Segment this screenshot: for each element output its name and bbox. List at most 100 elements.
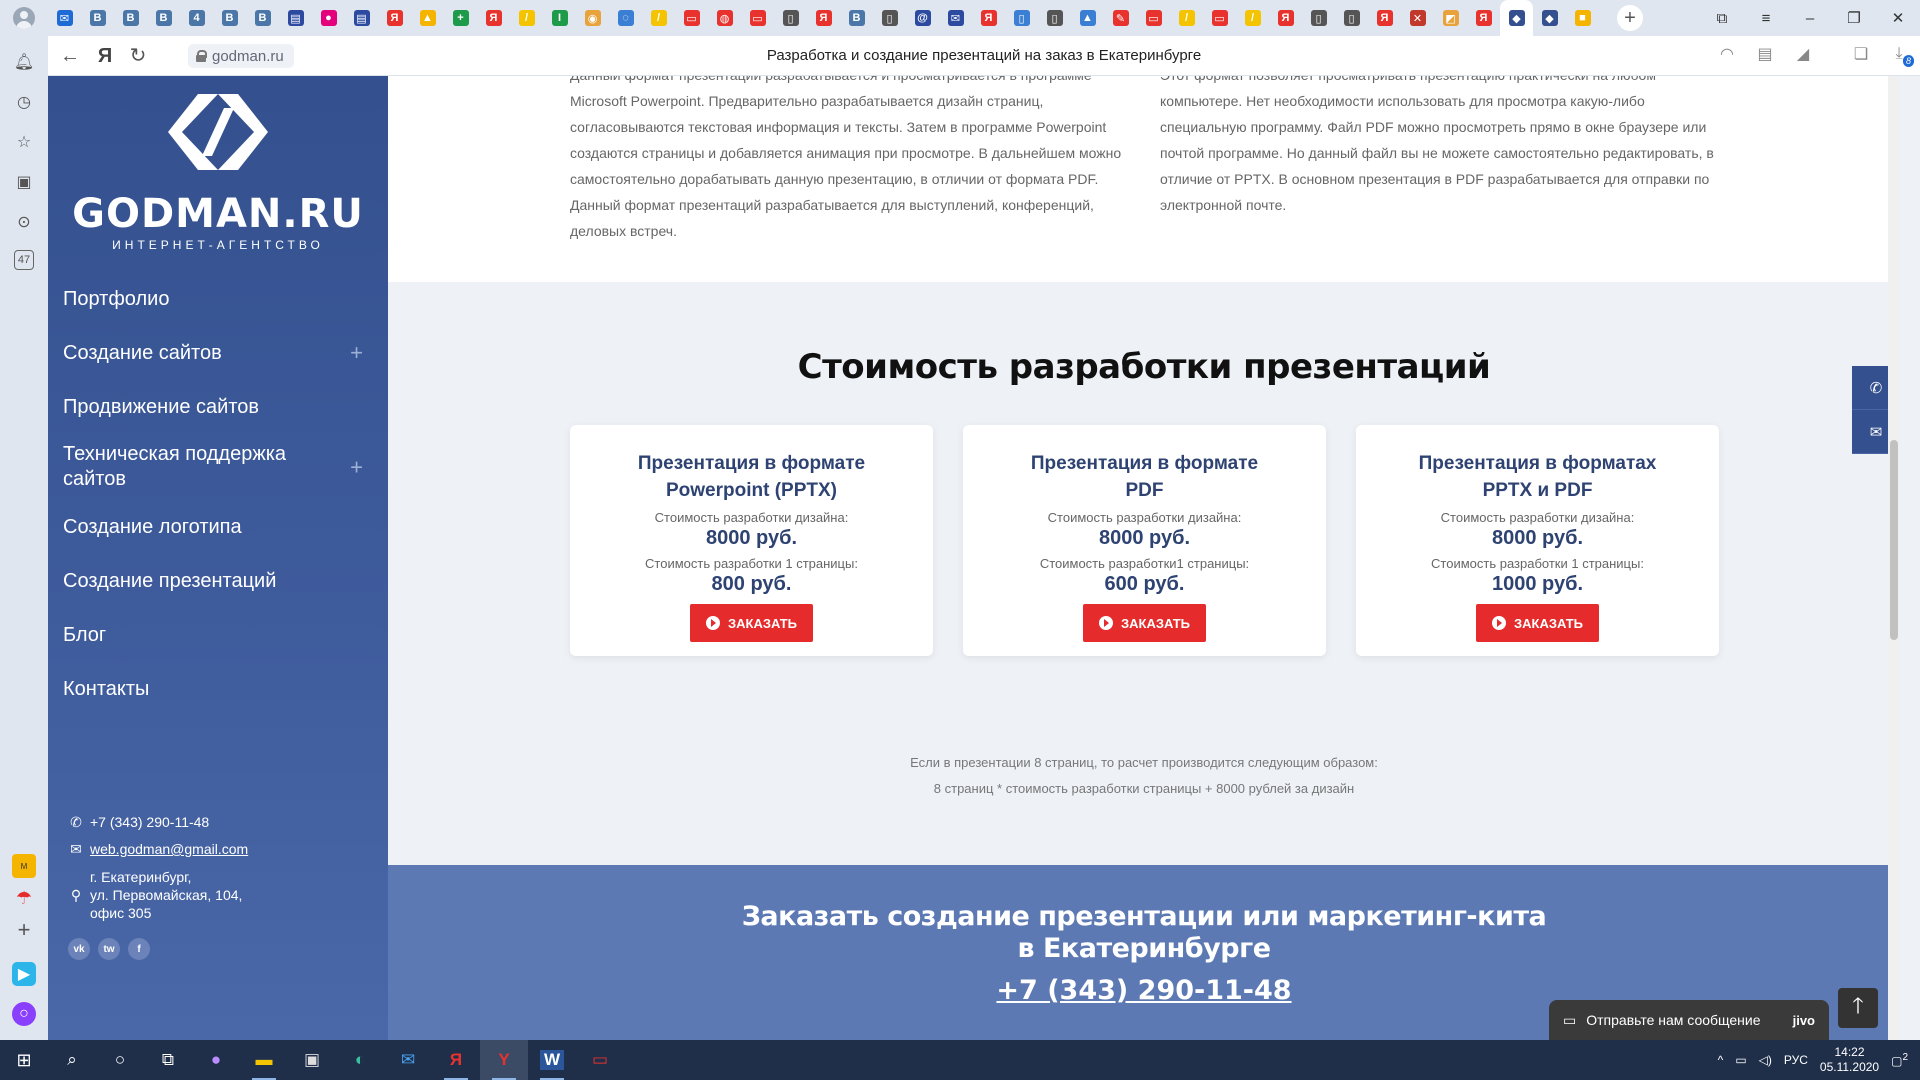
browser-tab[interactable]: В (246, 0, 279, 36)
expand-plus-icon[interactable]: + (350, 340, 363, 366)
menu-icon[interactable]: ≡ (1744, 10, 1788, 27)
browser-tab[interactable]: Я (378, 0, 411, 36)
bookmark-icon[interactable]: ◢ (1792, 44, 1814, 64)
sidebar-menu-item[interactable]: Блог (63, 608, 373, 662)
browser-tab[interactable]: ▭ (741, 0, 774, 36)
browser-tab[interactable]: / (510, 0, 543, 36)
market-icon[interactable]: М (12, 854, 36, 878)
sidebar-menu-item[interactable]: Создание презентаций (63, 554, 373, 608)
browser-tab[interactable]: ▯ (1302, 0, 1335, 36)
pdf-app-icon[interactable]: ▭ (576, 1040, 624, 1080)
profile-button[interactable] (0, 0, 48, 36)
alice-icon[interactable]: ○ (12, 1002, 36, 1026)
edge-icon[interactable]: ◐ (336, 1040, 384, 1080)
sidebar-menu-item[interactable]: Контакты (63, 662, 373, 716)
play-icon[interactable]: ⊙ (12, 210, 36, 234)
order-button[interactable]: ЗАКАЗАТЬ (1475, 604, 1600, 642)
browser-tab[interactable]: ◌ (609, 0, 642, 36)
browser-tab[interactable]: Я (1368, 0, 1401, 36)
sidebar-email-link[interactable]: web.godman@gmail.com (90, 841, 248, 857)
browser-tab[interactable]: ◉ (576, 0, 609, 36)
store-icon[interactable]: ▣ (288, 1040, 336, 1080)
browser-tab[interactable]: ✎ (1104, 0, 1137, 36)
umbrella-icon[interactable]: ☂ (12, 886, 36, 910)
browser-tab[interactable]: / (1170, 0, 1203, 36)
browser-tab[interactable]: ✉ (939, 0, 972, 36)
browser-tab[interactable]: Я (807, 0, 840, 36)
windows-start-icon[interactable]: ⊞ (0, 1040, 48, 1080)
browser-tab[interactable]: ▲ (1071, 0, 1104, 36)
browser-tab[interactable]: В (213, 0, 246, 36)
browser-tab[interactable]: В (114, 0, 147, 36)
messenger-icon[interactable]: ▶ (12, 962, 36, 986)
browser-tab[interactable]: ✉ (48, 0, 81, 36)
bell-icon[interactable]: 🔔︎ (12, 50, 36, 74)
yandex-app-icon[interactable]: Y (480, 1040, 528, 1080)
vk-social-icon[interactable]: vk (68, 938, 90, 960)
godman-logo-icon[interactable] (168, 94, 268, 170)
browser-tab[interactable]: ◩ (1434, 0, 1467, 36)
browser-tab[interactable]: ✕ (1401, 0, 1434, 36)
browser-tab[interactable]: В (840, 0, 873, 36)
browser-tab[interactable]: / (1236, 0, 1269, 36)
bookmarks-icon[interactable]: ⧉ (1700, 10, 1744, 27)
explorer-icon[interactable]: ▬ (240, 1040, 288, 1080)
browser-tab[interactable]: Я (477, 0, 510, 36)
notes-icon[interactable]: ▣ (12, 170, 36, 194)
downloads-icon[interactable]: ⤓ 8 (1888, 45, 1914, 67)
collections-icon[interactable]: ❏ (1850, 44, 1872, 64)
clock[interactable]: 14:22 05.11.2020 (1820, 1045, 1879, 1075)
cortana-icon[interactable]: ○ (96, 1040, 144, 1080)
search-icon[interactable]: ⌕ (48, 1040, 96, 1080)
browser-tab[interactable]: ▯ (774, 0, 807, 36)
tray-chevron-icon[interactable]: ^ (1718, 1053, 1724, 1067)
scroll-to-top-button[interactable]: 🡑 (1838, 988, 1878, 1028)
star-icon[interactable]: ☆ (12, 130, 36, 154)
minimize-button[interactable]: – (1788, 10, 1832, 27)
sidebar-menu-item[interactable]: Создание логотипа (63, 500, 373, 554)
browser-tab[interactable]: ■ (1566, 0, 1599, 36)
network-icon[interactable]: ▭ (1735, 1053, 1746, 1067)
sidebar-menu-item[interactable]: Создание сайтов + (63, 326, 373, 380)
browser-tab[interactable]: ● (312, 0, 345, 36)
browser-tab[interactable]: В (147, 0, 180, 36)
order-button[interactable]: ЗАКАЗАТЬ (689, 604, 814, 642)
browser-tab[interactable]: ◍ (708, 0, 741, 36)
reader-icon[interactable]: ▤ (1754, 44, 1776, 64)
page-scrollbar[interactable] (1888, 76, 1900, 1040)
browser-tab[interactable]: ▤ (279, 0, 312, 36)
mail-app-icon[interactable]: ✉ (384, 1040, 432, 1080)
yandex-browser-icon[interactable]: Я (432, 1040, 480, 1080)
notifications-icon[interactable]: ▢2 (1891, 1052, 1908, 1068)
close-window-button[interactable]: ✕ (1876, 9, 1920, 27)
chat-widget[interactable]: ▭ Отправьте нам сообщение jivo (1549, 1000, 1829, 1040)
task-view-icon[interactable]: ⧉ (144, 1040, 192, 1080)
browser-tab[interactable]: ◆ (1533, 0, 1566, 36)
logo-text[interactable]: GODMAN.RU (48, 191, 388, 237)
browser-tab[interactable]: ▭ (675, 0, 708, 36)
alice-taskbar-icon[interactable]: ● (192, 1040, 240, 1080)
word-icon[interactable]: W (528, 1040, 576, 1080)
browser-tab[interactable]: I (543, 0, 576, 36)
browser-tab[interactable]: + (444, 0, 477, 36)
browser-tab[interactable]: ▯ (1335, 0, 1368, 36)
volume-icon[interactable]: ◁) (1759, 1053, 1772, 1067)
browser-tab[interactable]: ◆ (1500, 0, 1533, 36)
browser-tab[interactable]: ▤ (345, 0, 378, 36)
new-tab-button[interactable]: + (1617, 5, 1643, 31)
headphones-icon[interactable]: ◠ (1716, 44, 1738, 64)
expand-plus-icon[interactable]: + (350, 455, 363, 480)
calendar-icon[interactable]: 47 (14, 250, 34, 270)
sidebar-menu-item[interactable]: Портфолио (63, 272, 373, 326)
browser-tab[interactable]: 4 (180, 0, 213, 36)
add-panel-icon[interactable]: + (12, 917, 36, 942)
browser-tab[interactable]: ▯ (1038, 0, 1071, 36)
browser-tab[interactable]: Я (1467, 0, 1500, 36)
scrollbar-thumb[interactable] (1890, 440, 1898, 640)
restore-button[interactable]: ❐ (1832, 9, 1876, 27)
sidebar-phone[interactable]: +7 (343) 290-11-48 (90, 814, 209, 830)
browser-tab[interactable]: Я (1269, 0, 1302, 36)
browser-tab[interactable]: ▭ (1203, 0, 1236, 36)
sidebar-menu-item[interactable]: Продвижение сайтов (63, 380, 373, 434)
browser-tab[interactable]: ▲ (411, 0, 444, 36)
